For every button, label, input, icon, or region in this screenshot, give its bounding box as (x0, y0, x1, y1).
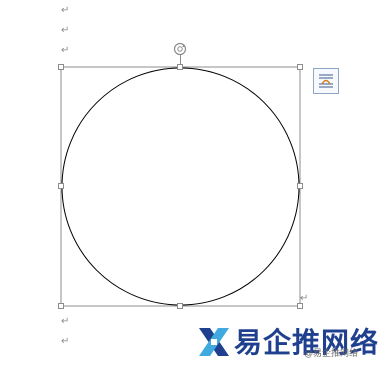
layout-options-button[interactable] (313, 68, 339, 94)
brand-logo-icon (199, 328, 229, 356)
resize-handle-bottom-right[interactable] (297, 303, 303, 309)
watermark: 易企推网络 @易企推网络 (196, 322, 386, 364)
rotate-handle-icon[interactable] (172, 41, 188, 57)
resize-handle-right[interactable] (297, 183, 303, 189)
circle-shape[interactable] (61, 67, 300, 306)
resize-handle-top[interactable] (177, 64, 183, 70)
resize-handle-top-left[interactable] (58, 64, 64, 70)
resize-handle-bottom-left[interactable] (58, 303, 64, 309)
resize-handle-bottom[interactable] (177, 303, 183, 309)
watermark-subtext: @易企推网络 (304, 349, 359, 359)
resize-handle-top-right[interactable] (297, 64, 303, 70)
layout-options-icon (319, 74, 333, 88)
resize-handle-left[interactable] (58, 183, 64, 189)
document-page[interactable]: ↵ ↵ ↵ ↵ ↵ ↵ 易企推网络 @易企推网络 (0, 0, 389, 370)
